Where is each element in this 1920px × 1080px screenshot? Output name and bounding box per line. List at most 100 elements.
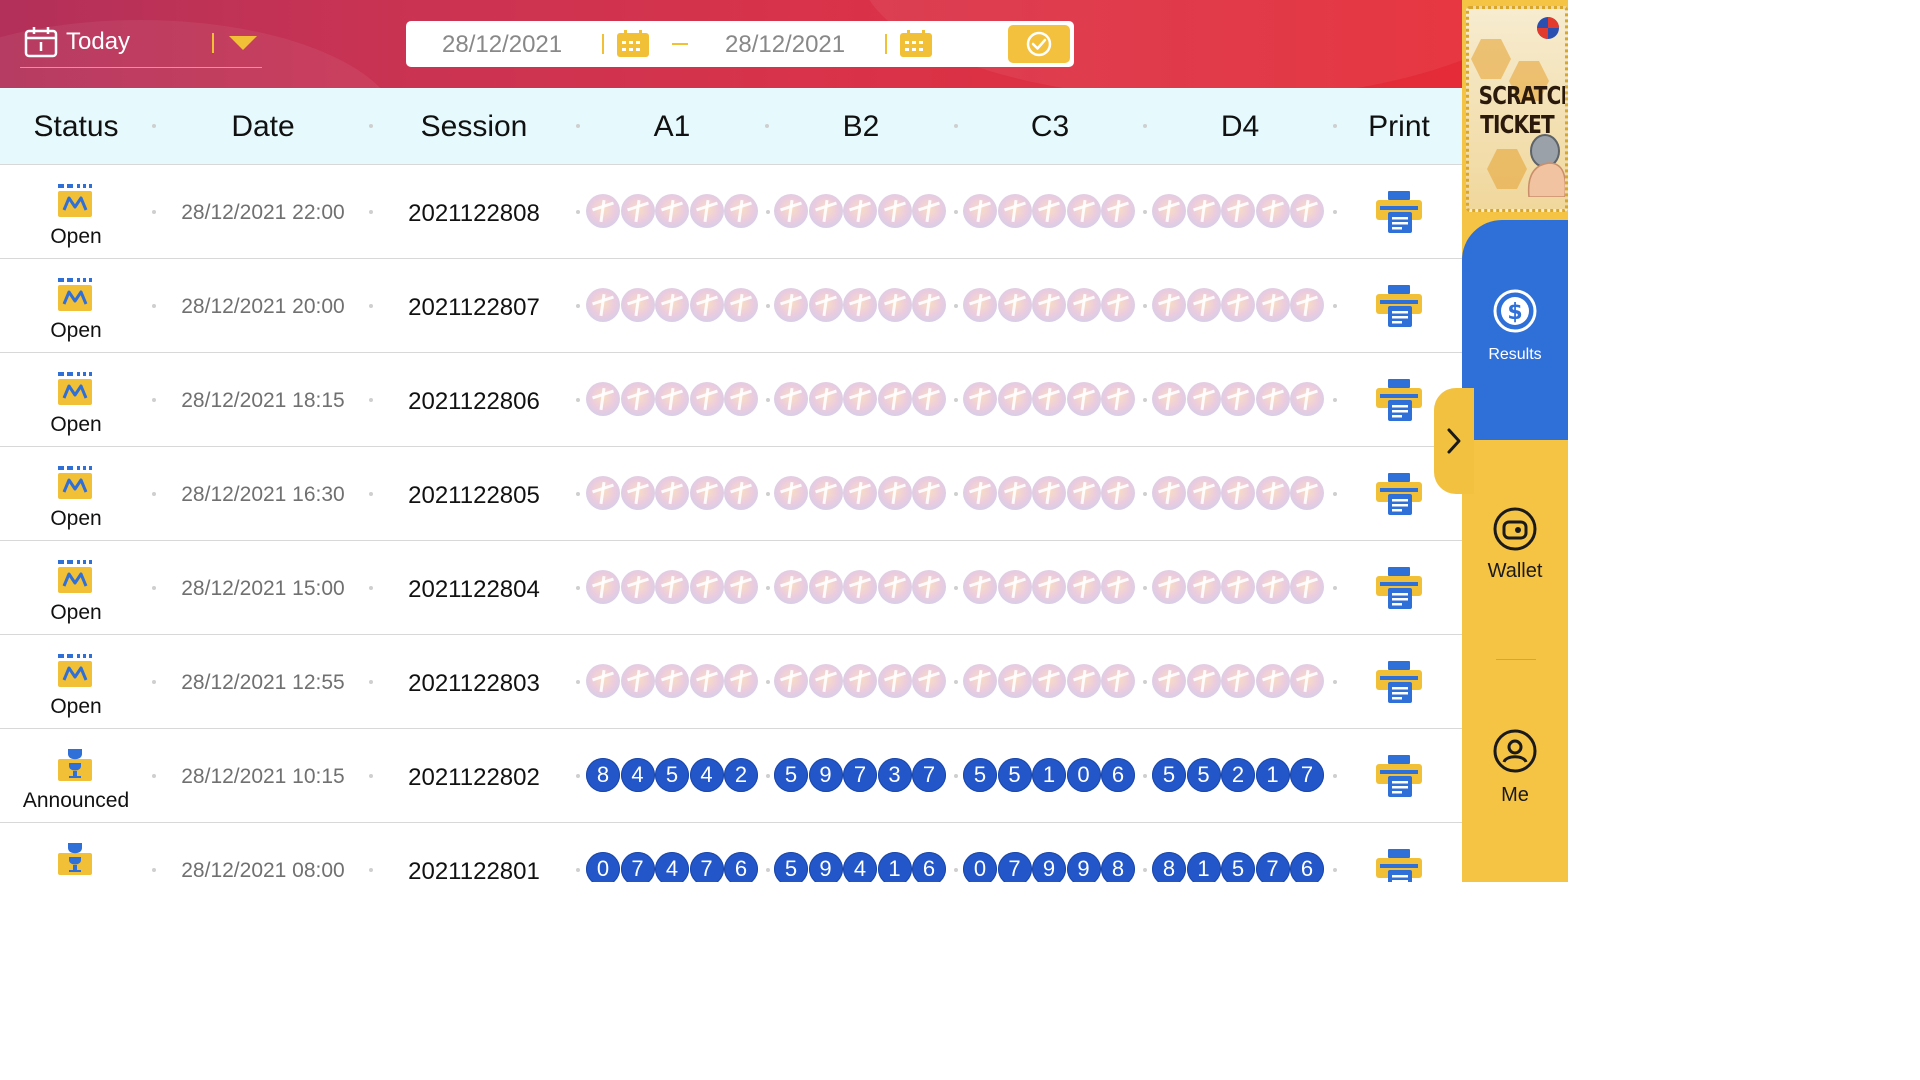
- calendar-icon[interactable]: [899, 30, 933, 58]
- pending-ball-icon: [877, 476, 912, 510]
- column-separator: [152, 680, 156, 684]
- pending-ball-icon: [620, 194, 655, 228]
- printer-icon[interactable]: [1374, 284, 1424, 328]
- pending-ball-icon: [1066, 382, 1101, 416]
- pending-ball-icon: [1066, 288, 1101, 322]
- pending-ball-icon: [843, 664, 877, 698]
- result-group-a1: [586, 664, 762, 700]
- pending-ball-icon: [808, 476, 843, 510]
- pending-ball-icon: [1101, 570, 1135, 604]
- result-group-b2: 59737: [774, 758, 950, 794]
- printer-icon[interactable]: [1374, 754, 1424, 798]
- result-ball: 0: [963, 852, 997, 882]
- date-from-field[interactable]: 28/12/2021: [442, 31, 562, 59]
- column-header-session: Session: [420, 110, 528, 143]
- result-group-a1: 07476: [586, 852, 762, 882]
- calendar-icon[interactable]: [616, 30, 650, 58]
- caret-down-icon[interactable]: [228, 34, 258, 52]
- pending-ball-icon: [1255, 476, 1290, 510]
- pending-ball-icon: [1032, 476, 1066, 510]
- pending-ball-icon: [724, 382, 758, 416]
- date-range-picker: 28/12/2021 28/12/2021: [406, 21, 1074, 67]
- pending-ball-icon: [689, 476, 724, 510]
- table-row[interactable]: Open 28/12/2021 15:00 2021122804: [0, 541, 1462, 635]
- column-separator: [1143, 492, 1147, 496]
- pending-ball-icon: [1101, 382, 1135, 416]
- column-separator: [766, 398, 770, 402]
- table-row[interactable]: Open 28/12/2021 18:15 2021122806: [0, 353, 1462, 447]
- table-row[interactable]: Open 28/12/2021 12:55 2021122803: [0, 635, 1462, 729]
- chart-board-icon: [58, 466, 92, 499]
- result-ball: 1: [1032, 758, 1066, 792]
- sidebar: SCRATCH TICKET $ Results Wallet Me: [1462, 0, 1568, 882]
- table-row[interactable]: Announced 28/12/2021 10:15 2021122802 8 4 5 4 2…: [0, 729, 1462, 823]
- pending-ball-icon: [1101, 194, 1135, 228]
- pending-ball-icon: [912, 570, 946, 604]
- column-separator: [1143, 210, 1147, 214]
- printer-icon[interactable]: [1374, 472, 1424, 516]
- expand-panel-button[interactable]: [1434, 388, 1474, 494]
- pending-ball-icon: [586, 382, 620, 416]
- pending-ball-icon: [655, 382, 689, 416]
- nav-item-results[interactable]: $ Results: [1462, 220, 1568, 440]
- pending-ball-icon: [912, 382, 946, 416]
- result-group-d4: [1152, 476, 1328, 512]
- column-separator: [954, 586, 958, 590]
- result-group-d4: [1152, 382, 1328, 418]
- column-separator: [576, 398, 580, 402]
- printer-icon[interactable]: [1374, 660, 1424, 704]
- trophy-icon: [58, 843, 92, 875]
- pending-ball-icon: [655, 570, 689, 604]
- result-group-a1: [586, 570, 762, 606]
- pending-ball-icon: [1290, 664, 1324, 698]
- result-ball: 6: [1101, 758, 1135, 792]
- column-separator: [954, 210, 958, 214]
- result-ball: 8: [1101, 852, 1135, 882]
- pending-ball-icon: [1186, 476, 1221, 510]
- pending-ball-icon: [1066, 570, 1101, 604]
- table-row[interactable]: Open 28/12/2021 16:30 2021122805: [0, 447, 1462, 541]
- result-group-d4: 81576: [1152, 852, 1328, 882]
- column-header-status: Status: [33, 110, 119, 143]
- pending-ball-icon: [843, 194, 877, 228]
- table-row[interactable]: Open 28/12/2021 20:00 2021122807: [0, 259, 1462, 353]
- pending-ball-icon: [877, 194, 912, 228]
- confirm-date-button[interactable]: [1008, 25, 1070, 63]
- column-separator: [766, 680, 770, 684]
- printer-icon[interactable]: [1374, 378, 1424, 422]
- hand-coin-icon: [1527, 134, 1565, 197]
- draw-date: 28/12/2021 16:30: [181, 483, 345, 506]
- pending-ball-icon: [1101, 664, 1135, 698]
- printer-icon[interactable]: [1374, 848, 1424, 882]
- printer-icon[interactable]: [1374, 566, 1424, 610]
- result-group-d4: [1152, 570, 1328, 606]
- nav-label-wallet: Wallet: [1487, 560, 1543, 582]
- scratch-ticket-banner[interactable]: SCRATCH TICKET: [1466, 6, 1568, 212]
- pending-ball-icon: [912, 194, 946, 228]
- printer-icon[interactable]: [1374, 190, 1424, 234]
- pending-ball-icon: [1290, 476, 1324, 510]
- result-group-b2: [774, 664, 950, 700]
- status-label: Open: [50, 695, 102, 718]
- period-selector[interactable]: Today: [20, 20, 262, 68]
- column-separator: [1333, 210, 1337, 214]
- pending-ball-icon: [620, 382, 655, 416]
- column-separator: [152, 868, 156, 872]
- session-id: 2021122802: [408, 764, 540, 791]
- date-to-field[interactable]: 28/12/2021: [725, 31, 845, 59]
- column-separator: [766, 586, 770, 590]
- nav-item-me[interactable]: Me: [1462, 728, 1568, 807]
- result-ball: 5: [997, 758, 1032, 792]
- session-id: 2021122801: [408, 858, 540, 882]
- result-group-b2: [774, 194, 950, 230]
- pending-ball-icon: [808, 194, 843, 228]
- pending-ball-icon: [655, 194, 689, 228]
- column-separator: [1143, 586, 1147, 590]
- table-row[interactable]: Open 28/12/2021 22:00 2021122808: [0, 165, 1462, 259]
- column-separator: [1333, 124, 1337, 128]
- column-separator: [766, 304, 770, 308]
- pending-ball-icon: [1221, 570, 1255, 604]
- table-row[interactable]: 28/12/2021 08:00 2021122801 0 7 4 7 6 5 9 4 1 6 0 7 9 9…: [0, 823, 1462, 882]
- nav-item-wallet[interactable]: Wallet: [1462, 506, 1568, 583]
- pending-ball-icon: [843, 288, 877, 322]
